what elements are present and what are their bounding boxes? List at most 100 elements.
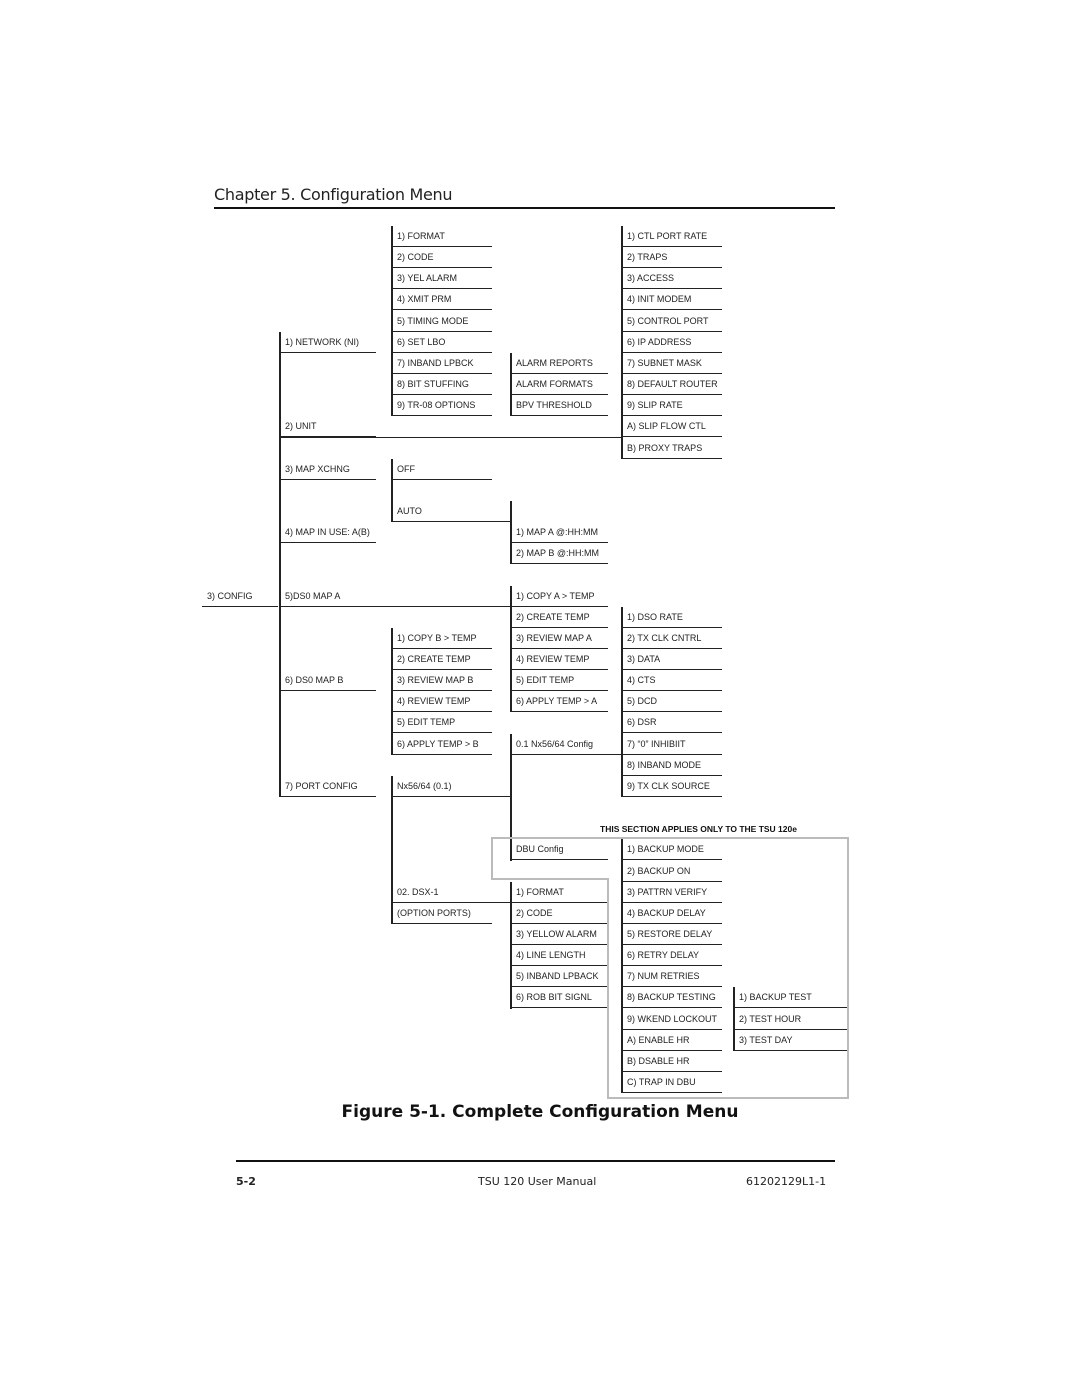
unit-menu-item: 6) IP ADDRESS — [622, 332, 722, 353]
map-xchng-option: AUTO — [392, 501, 492, 522]
header-rule — [214, 207, 835, 209]
nx-config-menu-item: 4) CTS — [622, 670, 722, 691]
dbu-menu-item: A) ENABLE HR — [622, 1030, 722, 1051]
unit-menu-item: A) SLIP FLOW CTL — [622, 416, 722, 437]
dbu-menu-item: 2) BACKUP ON — [622, 861, 722, 882]
menu-node-level1: 2) UNIT — [280, 416, 376, 437]
network-menu-item: 5) TIMING MODE — [392, 311, 492, 332]
dbu-config-item: DBU Config — [511, 839, 608, 860]
unit-bracket — [621, 226, 623, 459]
footer-rule — [236, 1160, 835, 1162]
network-menu-item: 9) TR-08 OPTIONS — [392, 395, 492, 416]
dbu-menu-item: 1) BACKUP MODE — [622, 839, 722, 860]
ds0-map-b-item: 5) EDIT TEMP — [392, 712, 492, 733]
tsu120e-region-outline — [607, 878, 609, 1097]
network-menu-item: 2) CODE — [392, 247, 492, 268]
nx-config-menu-item: 3) DATA — [622, 649, 722, 670]
nx-connector — [392, 796, 511, 797]
chapter-title: Chapter 5. Configuration Menu — [214, 185, 453, 204]
auto-connector — [392, 521, 511, 522]
unit-menu-item: 4) INIT MODEM — [622, 289, 722, 310]
page-number: 5-2 — [236, 1175, 256, 1188]
ds0-map-b-item: 1) COPY B > TEMP — [392, 628, 492, 649]
tsu120e-region-outline — [491, 837, 493, 878]
network-menu-item: 4) XMIT PRM — [392, 289, 492, 310]
tr08-menu-item: ALARM FORMATS — [511, 374, 608, 395]
auto-bracket — [510, 501, 512, 564]
menu-node-level1: 3) MAP XCHNG — [280, 459, 376, 480]
ds0-map-a-item: 6) APPLY TEMP > A — [511, 691, 608, 712]
ds0-map-b-item: 4) REVIEW TEMP — [392, 691, 492, 712]
menu-node-config: 3) CONFIG — [202, 586, 278, 607]
menu-node-level1: 5)DS0 MAP A — [280, 586, 376, 607]
unit-menu-item: 9) SLIP RATE — [622, 395, 722, 416]
tsu120e-region-outline — [491, 878, 609, 880]
ds0-map-a-item: 2) CREATE TEMP — [511, 607, 608, 628]
ds0-map-a-item: 1) COPY A > TEMP — [511, 586, 608, 607]
network-menu-item: 3) YEL ALARM — [392, 268, 492, 289]
dsx1-menu-item: 5) INBAND LPBACK — [511, 966, 608, 987]
unit-menu-item: B) PROXY TRAPS — [622, 438, 722, 459]
network-bracket — [391, 226, 393, 416]
map-xchng-option: OFF — [392, 459, 492, 480]
backup-testing-bracket — [733, 987, 735, 1051]
ds0-map-a-item: 4) REVIEW TEMP — [511, 649, 608, 670]
network-menu-item: 7) INBAND LPBCK — [392, 353, 492, 374]
menu-node-level1: 4) MAP IN USE: A(B) — [280, 522, 376, 543]
nx-config-menu-item: 5) DCD — [622, 691, 722, 712]
ds0-map-b-bracket — [391, 628, 393, 755]
dbu-menu-item: 7) NUM RETRIES — [622, 966, 722, 987]
network-menu-item: 1) FORMAT — [392, 226, 492, 247]
level1-bracket — [279, 332, 281, 797]
ds0-map-b-item: 2) CREATE TEMP — [392, 649, 492, 670]
backup-testing-item: 1) BACKUP TEST — [734, 987, 848, 1008]
tr08-bracket — [510, 353, 512, 416]
document-number: 61202129L1-1 — [746, 1175, 827, 1188]
unit-connector — [280, 437, 622, 438]
unit-menu-item: 2) TRAPS — [622, 247, 722, 268]
auto-menu-item: 1) MAP A @:HH:MM — [511, 522, 608, 543]
ds0-map-a-connector — [280, 606, 511, 607]
map-xchng-bracket — [391, 459, 393, 522]
dbu-menu-item: 5) RESTORE DELAY — [622, 924, 722, 945]
port-config-item: 02. DSX-1 — [392, 882, 492, 903]
menu-node-level1: 1) NETWORK (NI) — [280, 332, 376, 353]
nx-config-menu-item: 6) DSR — [622, 712, 722, 733]
nx-config-bracket — [621, 607, 623, 797]
network-menu-item: 6) SET LBO — [392, 332, 492, 353]
dbu-menu-item: 8) BACKUP TESTING — [622, 987, 722, 1008]
tsu120e-region-outline — [607, 1097, 849, 1099]
dsx1-menu-item: 6) ROB BIT SIGNL — [511, 987, 608, 1008]
nx-config-menu-item: 9) TX CLK SOURCE — [622, 776, 722, 797]
backup-testing-item: 2) TEST HOUR — [734, 1009, 848, 1030]
tr08-menu-item: BPV THRESHOLD — [511, 395, 608, 416]
ds0-map-b-item: 3) REVIEW MAP B — [392, 670, 492, 691]
unit-menu-item: 5) CONTROL PORT — [622, 311, 722, 332]
dbu-menu-item: 3) PATTRN VERIFY — [622, 882, 722, 903]
ds0-map-b-item: 6) APPLY TEMP > B — [392, 734, 492, 755]
figure-caption: Figure 5-1. Complete Configuration Menu — [341, 1102, 739, 1122]
menu-node-level1: 6) DS0 MAP B — [280, 670, 376, 691]
dbu-menu-item: 4) BACKUP DELAY — [622, 903, 722, 924]
dbu-menu-item: C) TRAP IN DBU — [622, 1072, 722, 1093]
nx-config-item: 0.1 Nx56/64 Config — [511, 734, 608, 755]
nx-config-connector — [511, 754, 622, 755]
auto-menu-item: 2) MAP B @:HH:MM — [511, 543, 608, 564]
unit-menu-item: 8) DEFAULT ROUTER — [622, 374, 722, 395]
dsx1-menu-item: 3) YELLOW ALARM — [511, 924, 608, 945]
backup-testing-item: 3) TEST DAY — [734, 1030, 848, 1051]
tr08-menu-item: ALARM REPORTS — [511, 353, 608, 374]
menu-node-level1: 7) PORT CONFIG — [280, 776, 376, 797]
port-config-item: (OPTION PORTS) — [392, 903, 492, 924]
ds0-map-a-bracket — [510, 586, 512, 712]
network-menu-item: 8) BIT STUFFING — [392, 374, 492, 395]
unit-menu-item: 1) CTL PORT RATE — [622, 226, 722, 247]
nx-config-menu-item: 2) TX CLK CNTRL — [622, 628, 722, 649]
dsx1-connector — [392, 902, 511, 903]
manual-title: TSU 120 User Manual — [478, 1175, 597, 1188]
unit-menu-item: 7) SUBNET MASK — [622, 353, 722, 374]
ds0-map-a-item: 5) EDIT TEMP — [511, 670, 608, 691]
section-note: THIS SECTION APPLIES ONLY TO THE TSU 120… — [600, 824, 797, 834]
tsu120e-region-outline — [847, 837, 849, 1099]
dsx1-menu-item: 1) FORMAT — [511, 882, 608, 903]
